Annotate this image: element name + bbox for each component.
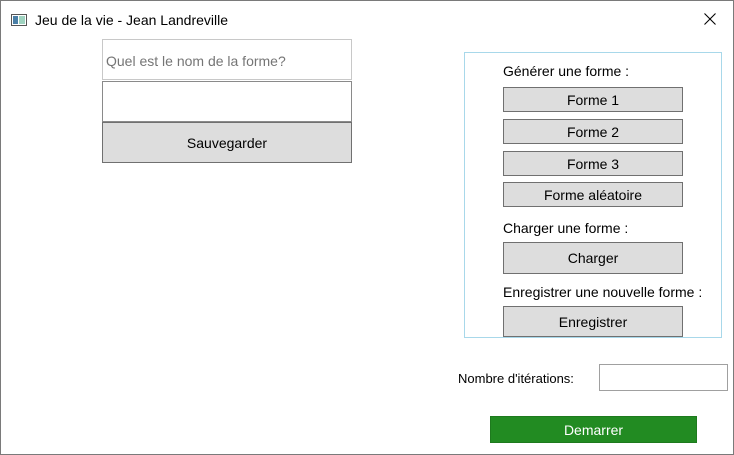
load-button[interactable]: Charger bbox=[503, 242, 683, 274]
save-new-shape-label: Enregistrer une nouvelle forme : bbox=[503, 284, 703, 300]
shape-2-button[interactable]: Forme 2 bbox=[503, 119, 683, 144]
title-bar: Jeu de la vie - Jean Landreville bbox=[1, 1, 733, 37]
shape-1-button[interactable]: Forme 1 bbox=[503, 87, 683, 112]
save-shape-button[interactable]: Sauvegarder bbox=[102, 122, 352, 163]
load-shape-label: Charger une forme : bbox=[503, 220, 629, 236]
main-window: Jeu de la vie - Jean Landreville Sauvega… bbox=[0, 0, 734, 455]
window-title: Jeu de la vie - Jean Landreville bbox=[35, 12, 229, 28]
shape-3-button[interactable]: Forme 3 bbox=[503, 151, 683, 176]
iterations-label: Nombre d'itérations: bbox=[458, 371, 574, 386]
generate-shape-label: Générer une forme : bbox=[503, 63, 630, 79]
close-button[interactable] bbox=[687, 1, 733, 37]
iterations-input[interactable] bbox=[599, 364, 728, 391]
random-shape-button[interactable]: Forme aléatoire bbox=[503, 182, 683, 207]
app-window-icon bbox=[11, 13, 27, 26]
shape-name-input[interactable] bbox=[102, 39, 352, 80]
save-new-button[interactable]: Enregistrer bbox=[503, 306, 683, 337]
shape-text-input[interactable] bbox=[102, 81, 352, 122]
start-button[interactable]: Demarrer bbox=[490, 416, 697, 443]
close-icon bbox=[704, 13, 716, 25]
